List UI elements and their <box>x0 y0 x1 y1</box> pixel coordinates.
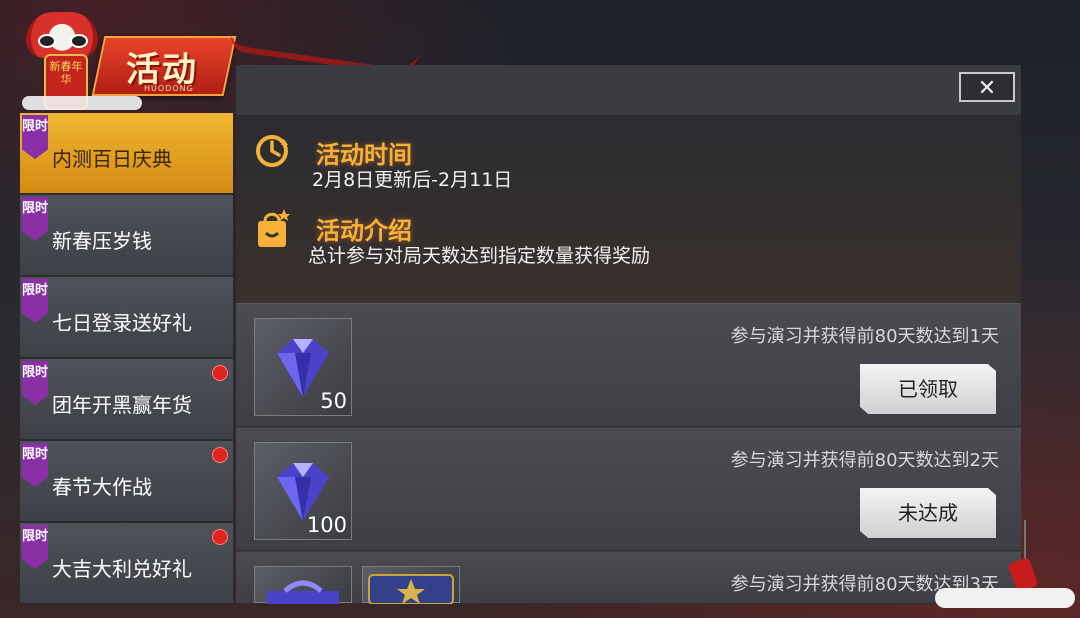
page-subtitle: HUODONG <box>144 84 194 93</box>
lion-mascot-icon: 新春年华 <box>22 8 102 110</box>
gift-box-icon <box>267 580 339 604</box>
reward-row: 50 参与演习并获得前80天数达到1天 已领取 <box>236 304 1021 427</box>
not-achieved-button[interactable]: 未达成 <box>860 488 996 538</box>
snow-decoration <box>935 588 1075 608</box>
sidebar-item-lucky-exchange[interactable]: 限时 大吉大利兑好礼 <box>20 523 233 605</box>
reward-item[interactable] <box>362 566 460 605</box>
sidebar-item-label: 七日登录送好礼 <box>52 311 192 335</box>
time-text: 2月8日更新后-2月11日 <box>312 169 513 191</box>
reward-row: 参与演习并获得前80天数达到3天 <box>236 552 1021 605</box>
limited-tag: 限时 <box>22 525 48 569</box>
reward-item[interactable]: 100 <box>254 442 352 540</box>
sidebar-item-label: 春节大作战 <box>52 475 152 499</box>
reward-quantity: 100 <box>306 513 347 537</box>
clock-icon <box>256 135 288 167</box>
limited-tag: 限时 <box>22 197 48 241</box>
activity-panel: ✕ 活动时间 2月8日更新后-2月11日 活动介绍 总计参与对局天数达到指定数量… <box>236 65 1021 605</box>
activity-header: 活动 HUODONG 新春年华 <box>8 6 240 110</box>
limited-tag: 限时 <box>22 279 48 323</box>
limited-tag: 限时 <box>22 443 48 487</box>
claimed-button[interactable]: 已领取 <box>860 364 996 414</box>
mascot-text: 新春年华 <box>49 60 83 86</box>
sidebar-item-spring-battle[interactable]: 限时 春节大作战 <box>20 441 233 523</box>
sidebar-item-seven-day-login[interactable]: 限时 七日登录送好礼 <box>20 277 233 359</box>
notification-dot <box>212 447 228 463</box>
limited-tag: 限时 <box>22 115 48 159</box>
sidebar-item-label: 大吉大利兑好礼 <box>52 557 192 581</box>
reward-condition: 参与演习并获得前80天数达到1天 <box>730 326 999 347</box>
notification-dot <box>212 529 228 545</box>
intro-text: 总计参与对局天数达到指定数量获得奖励 <box>308 245 651 267</box>
activity-info: 活动时间 2月8日更新后-2月11日 活动介绍 总计参与对局天数达到指定数量获得… <box>236 115 1021 304</box>
close-button[interactable]: ✕ <box>959 72 1015 102</box>
sidebar-item-label: 内测百日庆典 <box>52 147 172 171</box>
notification-dot <box>212 365 228 381</box>
panel-topbar: ✕ <box>236 65 1021 116</box>
reward-item[interactable]: 50 <box>254 318 352 416</box>
reward-quantity: 50 <box>320 389 347 413</box>
sidebar-item-label: 新春压岁钱 <box>52 229 152 253</box>
gift-bag-icon <box>258 209 290 247</box>
snow-decoration <box>22 96 142 110</box>
reward-row: 100 参与演习并获得前80天数达到2天 未达成 <box>236 428 1021 551</box>
case-icon <box>368 574 454 605</box>
sidebar-item-anniversary[interactable]: 限时 内测百日庆典 <box>20 113 233 195</box>
activity-sidebar: 限时 内测百日庆典 限时 新春压岁钱 限时 七日登录送好礼 限时 团年开黑赢年货… <box>20 113 233 605</box>
limited-tag: 限时 <box>22 361 48 405</box>
reward-item[interactable] <box>254 566 352 604</box>
reward-condition: 参与演习并获得前80天数达到2天 <box>730 450 999 471</box>
sidebar-item-team-new-year[interactable]: 限时 团年开黑赢年货 <box>20 359 233 441</box>
sidebar-item-red-envelope[interactable]: 限时 新春压岁钱 <box>20 195 233 277</box>
sidebar-item-label: 团年开黑赢年货 <box>52 393 192 417</box>
